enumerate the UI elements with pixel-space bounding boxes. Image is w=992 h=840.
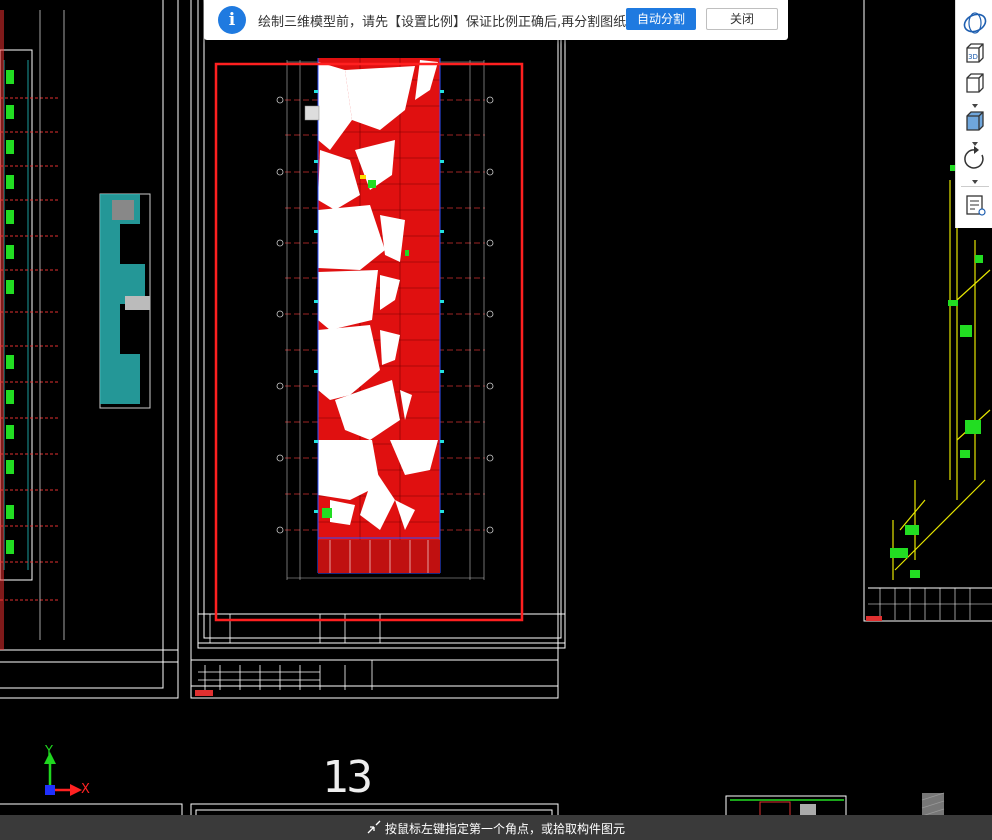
command-status-bar: 按鼠标左键指定第一个角点，或拾取构件图元	[0, 815, 992, 840]
chevron-down-icon[interactable]	[969, 172, 981, 184]
3d-view-icon[interactable]: 3D	[960, 38, 990, 68]
scale-notification: i 绘制三维模型前，请先【设置比例】保证比例正确后,再分割图纸。 自动分割 关闭	[204, 0, 788, 40]
pick-corner-icon	[367, 820, 381, 834]
command-prompt: 按鼠标左键指定第一个角点，或拾取构件图元	[385, 822, 626, 836]
auto-split-button[interactable]: 自动分割	[626, 8, 696, 30]
page-number: 13	[322, 752, 373, 803]
view-toolbar: 3D	[955, 0, 992, 228]
chevron-down-icon[interactable]	[969, 134, 981, 146]
cube-view-icon[interactable]	[960, 68, 990, 98]
toolbar-divider	[961, 186, 989, 187]
layer-list-icon[interactable]	[960, 190, 990, 220]
axis-y-label: Y	[45, 744, 53, 759]
orbit-icon[interactable]	[960, 8, 990, 38]
rotate-icon[interactable]	[960, 144, 990, 174]
title-block-stamp	[195, 690, 213, 696]
building-floorplan	[304, 58, 444, 574]
close-button[interactable]: 关闭	[706, 8, 778, 30]
notification-message: 绘制三维模型前，请先【设置比例】保证比例正确后,再分割图纸。	[258, 15, 640, 30]
axis-x-label: X	[81, 782, 90, 797]
info-icon: i	[218, 6, 246, 34]
cad-canvas[interactable]	[0, 0, 992, 840]
solid-cube-icon[interactable]	[960, 106, 990, 136]
svg-text:3D: 3D	[968, 53, 978, 61]
chevron-down-icon[interactable]	[969, 96, 981, 108]
